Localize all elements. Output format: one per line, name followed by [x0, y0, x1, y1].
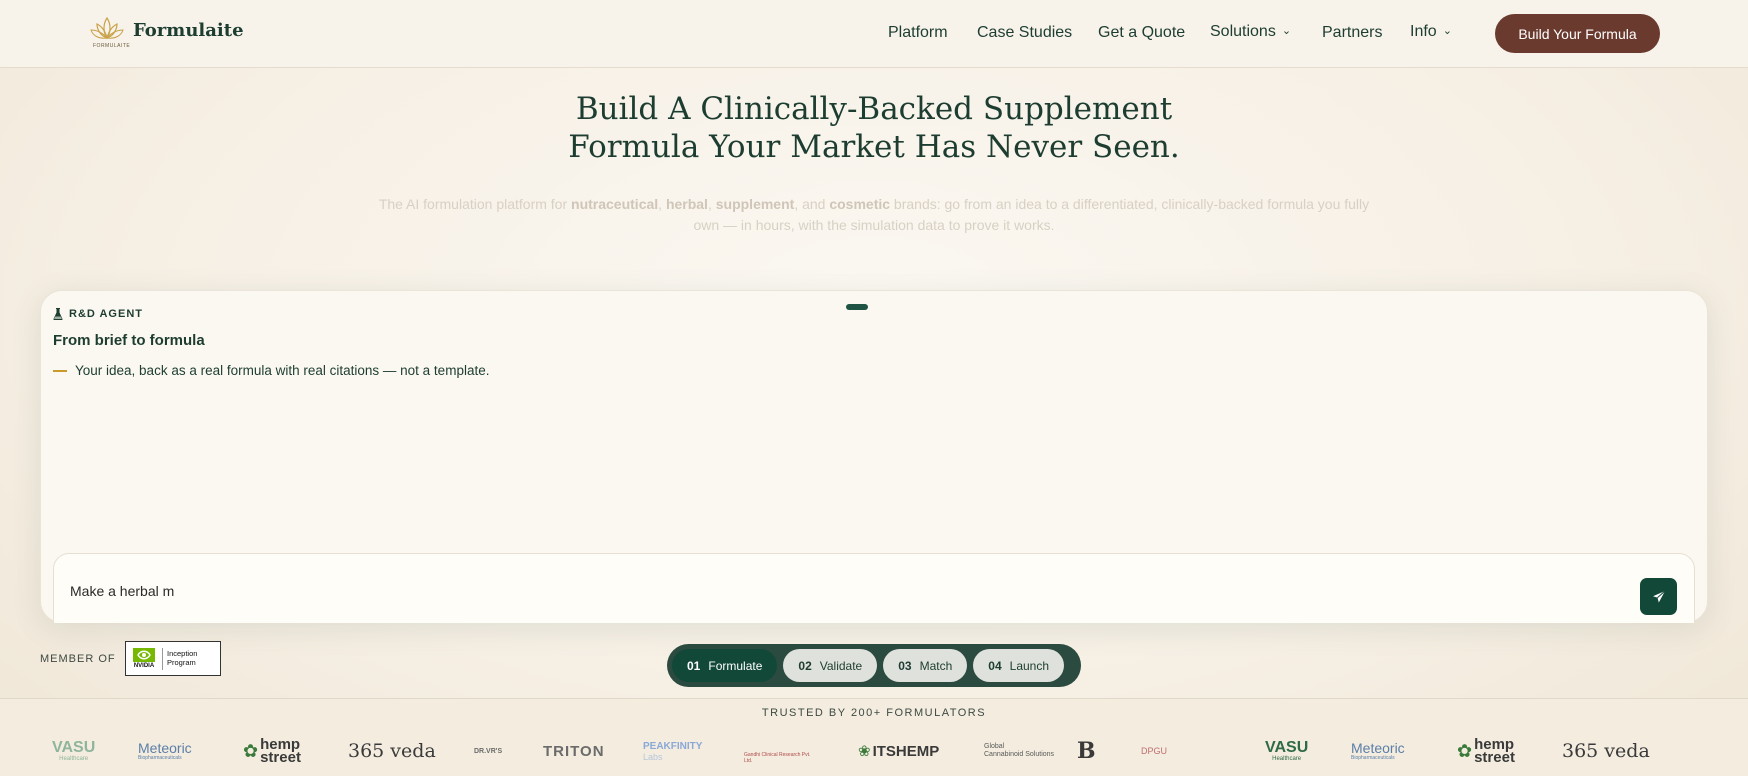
trusted-label: TRUSTED BY 200+ FORMULATORS — [761, 707, 987, 719]
drag-handle[interactable] — [846, 304, 868, 310]
brand-logo: 365 veda — [1562, 740, 1650, 762]
dash-accent — [53, 369, 67, 372]
brand-logo: 365 veda — [348, 740, 436, 762]
nav-link-platform[interactable]: Platform — [888, 24, 948, 42]
agent-tag-label: R&D AGENT — [69, 308, 143, 320]
brand-logo: VASU Healthcare — [52, 739, 96, 763]
chevron-down-icon: ⌄ — [1281, 25, 1292, 37]
logo-marquee: VASU Healthcare Meteoric Biopharmaceutic… — [0, 731, 1748, 771]
nav-links: Platform Case Studies Get a Quote Soluti… — [0, 23, 1748, 44]
top-nav: FORMULAITE Formulaite Platform Case Stud… — [0, 0, 1748, 68]
leaf-icon: ✿ — [1457, 740, 1473, 761]
brand-logo: Meteoric Biopharmaceuticals — [138, 740, 192, 761]
card-message: Your idea, back as a real formula with r… — [53, 363, 489, 378]
hero-subtitle: The AI formulation platform for nutraceu… — [378, 196, 1370, 233]
card-message-text: Your idea, back as a real formula with r… — [75, 363, 490, 378]
nav-link-partners[interactable]: Partners — [1322, 24, 1382, 42]
brand-logo: DPGU — [1141, 746, 1168, 756]
brand-logo: ✿ hemp street — [1457, 736, 1515, 766]
brand-logo: Gandhi Clinical Research Pvt. Ltd. — [744, 752, 811, 764]
step-match[interactable]: 03 Match — [883, 649, 968, 682]
badge-text: Inception Program — [167, 649, 198, 667]
nav-link-get-a-quote[interactable]: Get a Quote — [1098, 24, 1185, 42]
brand-logo: Meteoric Biopharmaceuticals — [1351, 740, 1405, 761]
nvidia-wordmark: NVIDIA — [133, 663, 155, 669]
brand-logo: PEAKFINITY Labs — [643, 740, 703, 762]
flask-icon — [53, 308, 63, 320]
brand-logo: ❀ ITSHEMP — [858, 742, 940, 761]
nav-link-info[interactable]: Info ⌄ — [1410, 23, 1452, 41]
rd-agent-card: R&D AGENT From brief to formula Your ide… — [40, 290, 1708, 623]
brand-logo: ✿ hemp street — [243, 736, 301, 766]
card-title: From brief to formula — [53, 332, 205, 349]
brand-logo: TRITON — [543, 742, 605, 760]
step-formulate[interactable]: 01 Formulate — [672, 649, 778, 682]
brand-logo: VASU Healthcare — [1265, 739, 1309, 763]
hero-title-line1: Build A Clinically-Backed Supplement — [575, 91, 1173, 127]
leaf-icon: ✿ — [243, 740, 259, 761]
hemp-leaf-icon: ❀ — [858, 743, 871, 760]
member-of-label: MEMBER OF — [40, 653, 116, 665]
nvidia-logo-icon: NVIDIA — [130, 646, 158, 672]
nvidia-inception-badge[interactable]: NVIDIA Inception Program — [125, 641, 221, 676]
prompt-input-value[interactable]: Make a herbal m — [70, 583, 174, 599]
prompt-input[interactable]: Make a herbal m — [53, 553, 1695, 623]
brand-logo: Global Cannabinoid Solutions — [984, 743, 1055, 758]
hero-title: Build A Clinically-Backed Supplement For… — [374, 90, 1374, 166]
send-button[interactable] — [1640, 578, 1677, 615]
brand-logo: DR.VR'S — [474, 747, 503, 755]
badge-divider — [162, 647, 163, 670]
agent-tag: R&D AGENT — [53, 308, 143, 320]
step-validate[interactable]: 02 Validate — [783, 649, 878, 682]
build-your-formula-button[interactable]: Build Your Formula — [1495, 14, 1660, 53]
brand-logo: B — [1077, 738, 1096, 764]
hero-title-line2: Formula Your Market Has Never Seen. — [568, 129, 1180, 165]
step-switcher: 01 Formulate 02 Validate 03 Match 04 Launch — [667, 644, 1081, 687]
chevron-down-icon: ⌄ — [1442, 25, 1452, 37]
step-launch[interactable]: 04 Launch — [973, 649, 1065, 682]
trusted-bar: TRUSTED BY 200+ FORMULATORS VASU Healthc… — [0, 698, 1748, 776]
nav-link-solutions[interactable]: Solutions ⌄ — [1210, 23, 1291, 41]
send-icon — [1652, 590, 1665, 602]
nav-link-case-studies[interactable]: Case Studies — [977, 24, 1072, 42]
